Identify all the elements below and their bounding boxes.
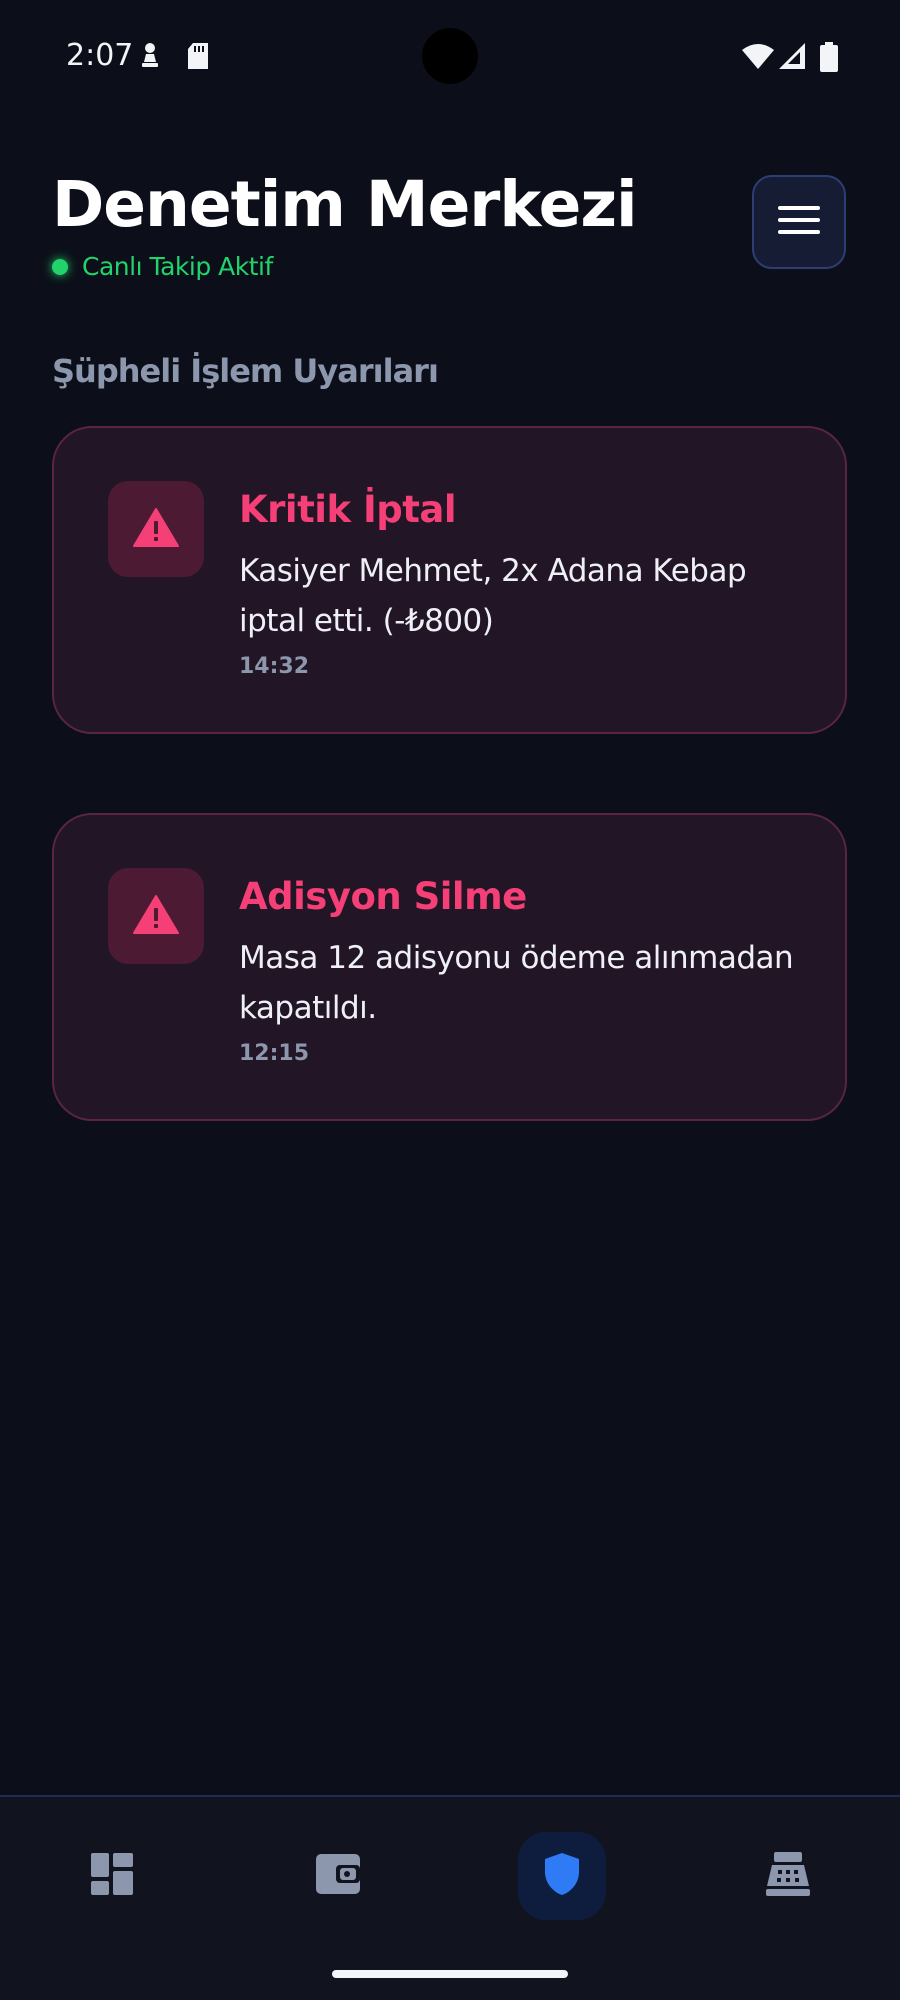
alert-description: Masa 12 adisyonu ödeme alınmadan kapatıl…: [239, 940, 794, 1026]
live-indicator-dot: [52, 258, 68, 275]
alert-card[interactable]: Kritik İptal Kasiyer Mehmet, 2x Adana Ke…: [52, 426, 847, 734]
status-time: 2:07: [66, 38, 134, 73]
status-bar: 2:07: [0, 0, 900, 112]
nav-cash-register[interactable]: [744, 1832, 832, 1920]
alert-title: Adisyon Silme: [239, 875, 527, 918]
camera-cutout: [422, 28, 478, 84]
chess-pawn-icon: [140, 42, 160, 75]
section-title: Şüpheli İşlem Uyarıları: [52, 352, 439, 390]
sd-card-icon: [186, 42, 210, 75]
live-status: Canlı Takip Aktif: [52, 252, 273, 281]
cash-register-icon: [765, 1851, 811, 1901]
alert-icon-box: [108, 481, 204, 577]
wallet-icon: [316, 1853, 360, 1899]
wifi-icon: [742, 42, 774, 75]
nav-wallet[interactable]: [294, 1832, 382, 1920]
live-status-text: Canlı Takip Aktif: [82, 252, 273, 281]
alert-time: 12:15: [239, 1041, 310, 1066]
signal-icon: [778, 42, 806, 75]
shield-icon: [544, 1852, 580, 1901]
alert-card[interactable]: Adisyon Silme Masa 12 adisyonu ödeme alı…: [52, 813, 847, 1121]
alert-icon-box: [108, 868, 204, 964]
warning-icon: [133, 894, 179, 939]
dashboard-icon: [91, 1852, 133, 1900]
warning-icon: [133, 507, 179, 552]
alert-description: Kasiyer Mehmet, 2x Adana Kebap iptal ett…: [239, 553, 747, 639]
home-indicator[interactable]: [332, 1970, 568, 1978]
alert-time: 14:32: [239, 654, 310, 679]
hamburger-menu-icon: [778, 205, 820, 240]
battery-icon: [820, 42, 838, 77]
page-title: Denetim Merkezi: [52, 168, 638, 241]
alert-title: Kritik İptal: [239, 488, 457, 531]
menu-button[interactable]: [752, 175, 846, 269]
nav-shield[interactable]: [518, 1832, 606, 1920]
nav-dashboard[interactable]: [68, 1832, 156, 1920]
